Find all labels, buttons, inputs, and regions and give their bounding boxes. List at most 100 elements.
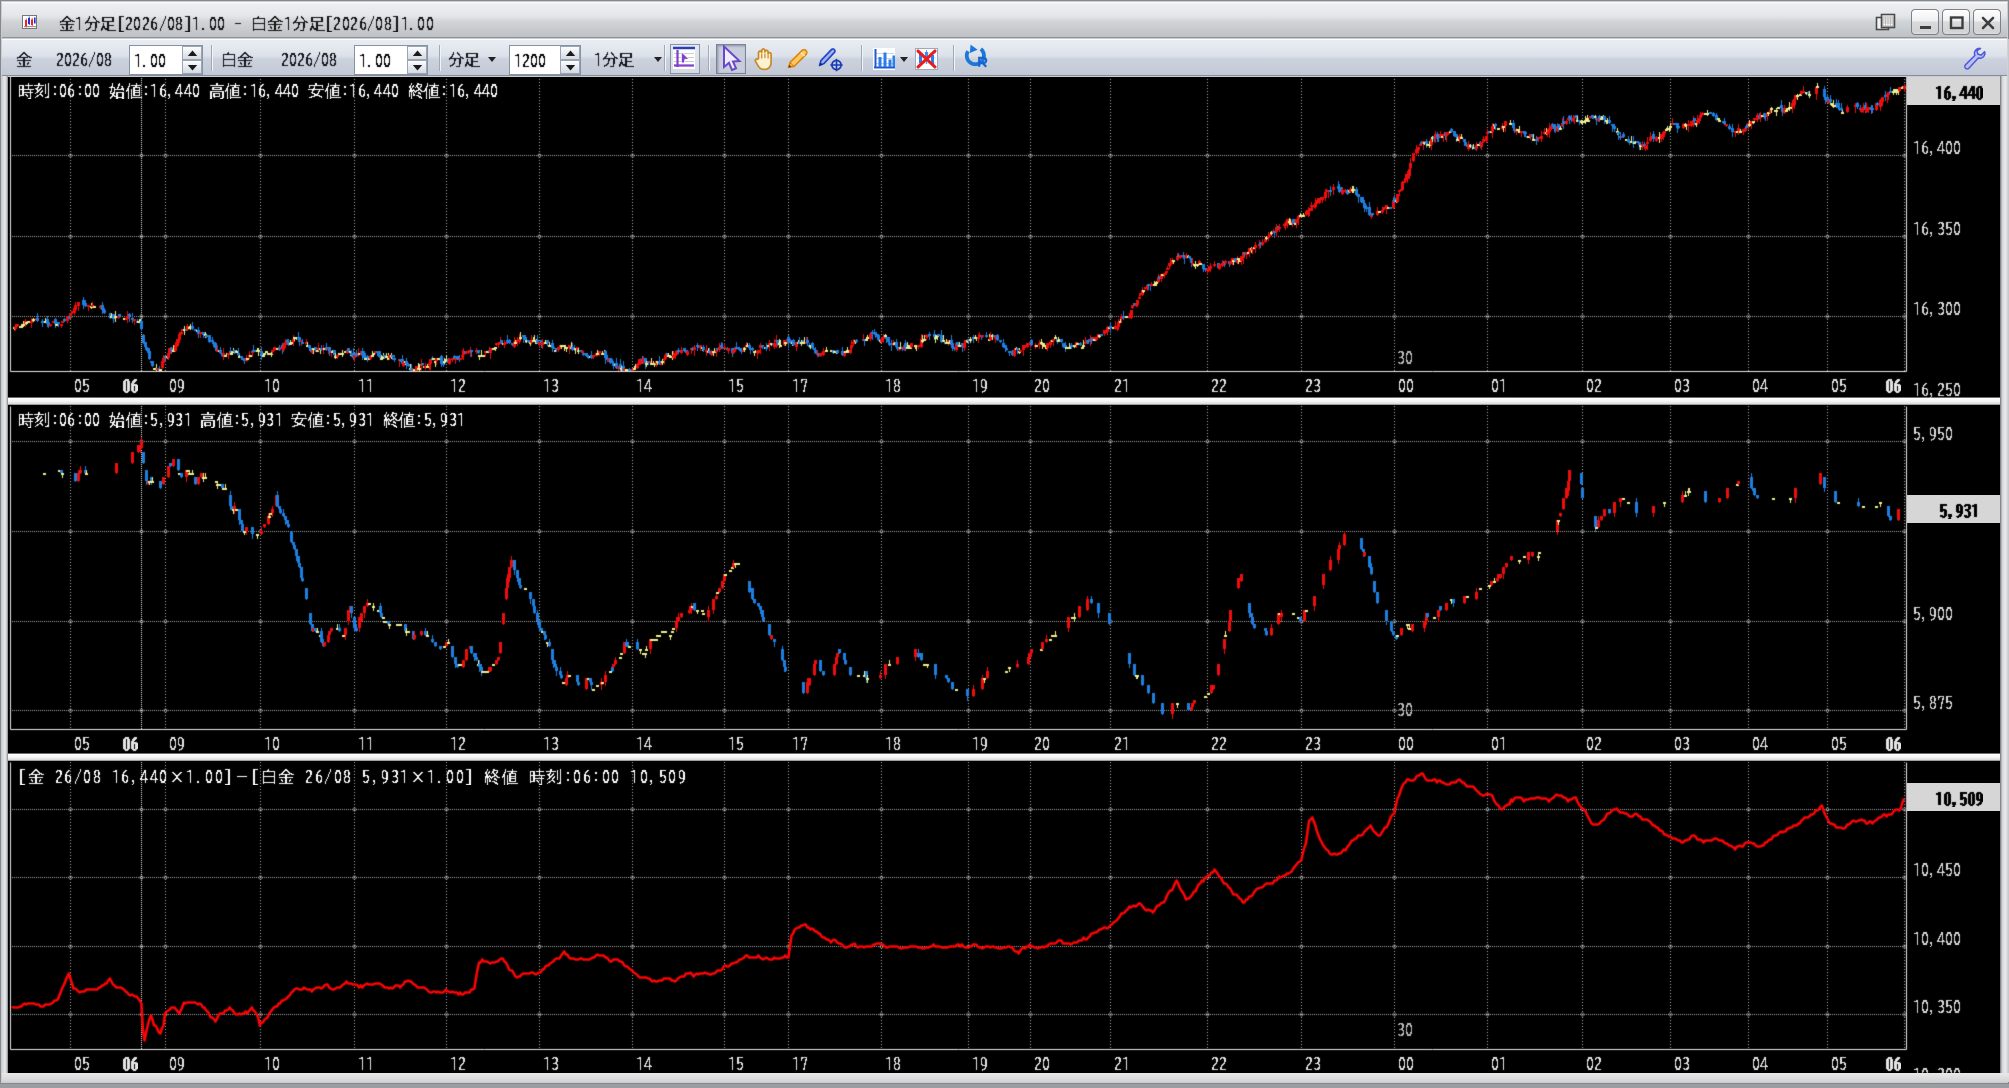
panel-splitter[interactable] — [8, 397, 2000, 405]
gold-time-tick-05 — [1831, 376, 1847, 399]
platinum-time-tick-20 — [1034, 734, 1050, 757]
platinum-time-tick-04 — [1752, 734, 1768, 757]
platinum-time-tick-03 — [1674, 734, 1690, 757]
gold-multiplier-spinner[interactable] — [129, 45, 203, 75]
minimize-button[interactable] — [1911, 9, 1939, 35]
gold-month — [56, 50, 112, 68]
window-right-frame — [2000, 39, 2009, 1082]
bars-up-button[interactable] — [560, 46, 580, 60]
clear-candles-tool[interactable] — [913, 46, 940, 72]
toolbar — [2, 39, 2007, 76]
gold-multiplier-value — [134, 51, 166, 74]
pan-tool[interactable] — [750, 46, 776, 72]
bar-style-dropdown-arrow[interactable] — [900, 57, 908, 62]
window-title — [59, 14, 435, 32]
app-icon — [21, 13, 39, 31]
app-window — [0, 0, 2009, 1084]
gold-time-tick-00 — [1398, 376, 1414, 399]
maximize-button[interactable] — [1942, 9, 1970, 35]
platinum-y-label-5900 — [1913, 604, 1953, 627]
rotate-reset-tool-icon — [961, 59, 991, 76]
gold-y-label-16300 — [1913, 299, 1961, 322]
toolbar-separator — [861, 45, 863, 71]
gold-time-tick-23 — [1305, 376, 1321, 399]
platinum-info-line — [18, 410, 466, 433]
gold-current-price — [1935, 83, 2009, 106]
panel-splitter[interactable] — [8, 753, 2000, 761]
gold-y-label-16350 — [1913, 219, 1961, 242]
gold-time-tick-14 — [636, 376, 652, 399]
spread-y-label-10450 — [1913, 860, 1961, 883]
rotate-reset-tool[interactable] — [961, 44, 991, 72]
platinum-label — [221, 50, 253, 68]
gold-y-label-16250 — [1913, 380, 1961, 403]
platinum-multiplier-spinner[interactable] — [354, 45, 428, 75]
gold-mult-down-button[interactable] — [182, 60, 202, 74]
timeframe-dropdown-arrow[interactable] — [654, 57, 662, 62]
platinum-y-label-5875 — [1913, 693, 1953, 716]
gold-time-tick-05 — [74, 376, 90, 399]
gold-time-tick-10 — [264, 376, 280, 399]
platinum-current-price-box — [1907, 495, 2000, 523]
spread-y-label-10400 — [1913, 929, 1961, 952]
bars-down-button[interactable] — [560, 60, 580, 74]
bars-dropdown-arrow[interactable] — [488, 57, 496, 62]
spin-buttons — [560, 46, 580, 74]
cascade-windows-icon[interactable] — [1875, 13, 1896, 32]
toolbar-separator — [664, 45, 666, 71]
platinum-time-tick-11 — [358, 734, 374, 757]
plat-mult-down-button[interactable] — [407, 60, 427, 74]
gold-time-tick-12 — [450, 376, 466, 399]
clear-candles-tool-icon — [913, 59, 940, 76]
window-bottom-frame — [2, 1073, 2009, 1082]
platinum-multiplier-value — [359, 51, 391, 74]
platinum-current-price — [1939, 501, 2009, 524]
platinum-time-tick-23 — [1305, 734, 1321, 757]
toolbar-separator — [708, 45, 710, 71]
titlebar[interactable] — [2, 2, 2007, 38]
platinum-time-tick-01 — [1491, 734, 1507, 757]
gold-current-price-box — [1907, 77, 2000, 105]
platinum-time-tick-13 — [543, 734, 559, 757]
bars-count-spinner[interactable] — [509, 45, 581, 75]
pencil-tool-icon — [783, 59, 810, 76]
close-button[interactable] — [1973, 9, 2001, 35]
gold-time-tick-19 — [972, 376, 988, 399]
bars-count-value — [514, 51, 546, 74]
chart-canvas[interactable] — [8, 77, 2000, 1076]
gold-time-tick-03 — [1674, 376, 1690, 399]
marker-tool[interactable] — [815, 45, 845, 73]
platinum-time-tick-17 — [792, 734, 808, 757]
gold-mult-up-button[interactable] — [182, 46, 202, 60]
spin-buttons — [407, 46, 427, 74]
platinum-time-tick-21 — [1114, 734, 1130, 757]
platinum-time-tick-10 — [264, 734, 280, 757]
platinum-time-tick-05 — [74, 734, 90, 757]
gold-time-tick-02 — [1586, 376, 1602, 399]
pan-tool-icon — [750, 59, 776, 76]
gold-time-tick-11 — [358, 376, 374, 399]
platinum-date-label — [1397, 700, 1413, 723]
select-tool[interactable] — [716, 44, 746, 74]
plat-mult-up-button[interactable] — [407, 46, 427, 60]
platinum-time-tick-05 — [1831, 734, 1847, 757]
pencil-tool[interactable] — [783, 46, 810, 72]
platinum-time-tick-00 — [1398, 734, 1414, 757]
gold-time-tick-09 — [169, 376, 185, 399]
settings-wrench[interactable] — [1960, 45, 1986, 71]
chart-cursor-tool-icon — [671, 58, 697, 75]
gold-time-tick-20 — [1034, 376, 1050, 399]
bars-label — [448, 50, 480, 68]
toolbar-separator — [211, 45, 213, 71]
gold-time-tick-06 — [1885, 376, 1901, 399]
bar-style-tool[interactable] — [871, 46, 897, 72]
platinum-y-label-5950 — [1913, 424, 1953, 447]
gold-time-tick-18 — [885, 376, 901, 399]
platinum-month — [281, 50, 337, 68]
chart-cursor-tool[interactable] — [670, 44, 700, 74]
toolbar-separator — [439, 45, 441, 71]
gold-time-tick-21 — [1114, 376, 1130, 399]
gold-y-label-16400 — [1913, 138, 1961, 161]
bar-style-tool-icon — [871, 59, 897, 76]
platinum-time-tick-06 — [1885, 734, 1901, 757]
